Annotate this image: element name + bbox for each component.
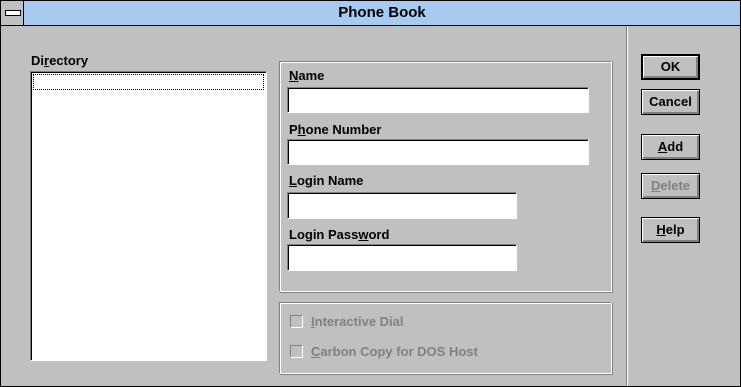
button-panel-divider [626, 26, 627, 386]
phone-number-field[interactable] [287, 139, 589, 165]
directory-label: Directory [31, 53, 89, 68]
cancel-button[interactable]: Cancel [641, 89, 700, 115]
login-name-field[interactable] [287, 192, 517, 219]
login-password-label: Login Password [289, 227, 390, 242]
interactive-dial-label: Interactive Dial [311, 314, 404, 329]
add-button[interactable]: Add [641, 134, 700, 160]
system-menu-icon[interactable] [1, 1, 24, 25]
carbon-copy-checkbox[interactable]: Carbon Copy for DOS Host [290, 344, 478, 359]
name-field[interactable] [287, 87, 589, 113]
ok-button[interactable]: OK [641, 54, 700, 80]
login-name-label: Login Name [289, 173, 364, 188]
checkbox-icon [290, 315, 303, 328]
phone-book-dialog: Phone Book Directory Name Phone Number L… [0, 0, 741, 387]
window-title: Phone Book [338, 4, 426, 21]
phone-number-label: Phone Number [289, 122, 382, 137]
title-bar[interactable]: Phone Book [1, 1, 740, 26]
directory-list[interactable] [30, 71, 267, 361]
carbon-copy-label: Carbon Copy for DOS Host [311, 344, 478, 359]
login-password-field[interactable] [287, 244, 517, 271]
interactive-dial-checkbox[interactable]: Interactive Dial [290, 314, 404, 329]
list-focus-item[interactable] [33, 74, 264, 90]
help-button[interactable]: Help [641, 217, 700, 243]
delete-button[interactable]: Delete [641, 173, 700, 199]
options-group [279, 302, 612, 374]
checkbox-icon [290, 345, 303, 358]
name-label: Name [289, 68, 325, 83]
